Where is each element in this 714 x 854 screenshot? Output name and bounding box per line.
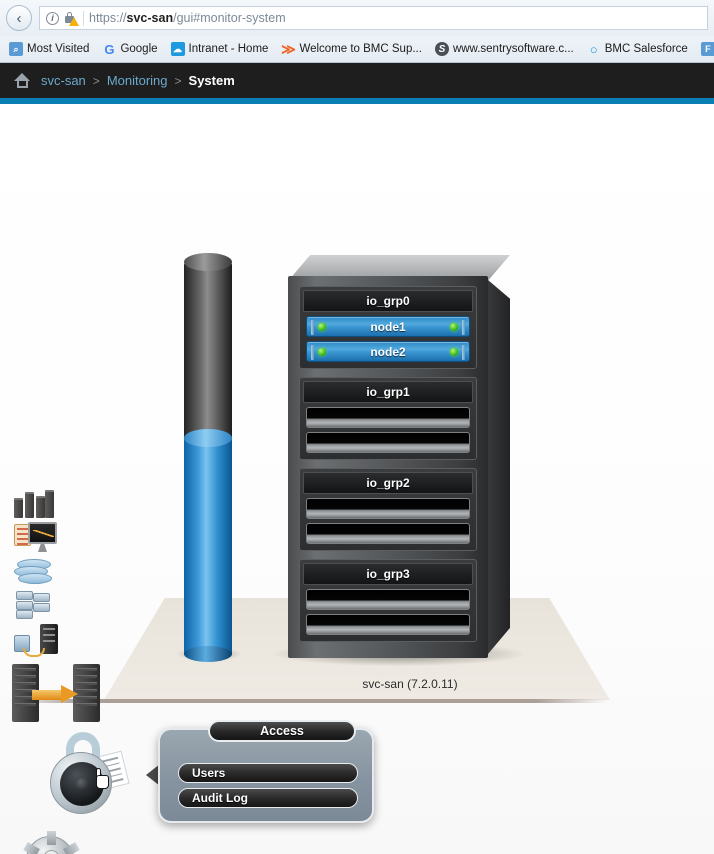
google-icon: G xyxy=(104,41,115,57)
io-group-slots xyxy=(303,403,473,456)
url-prefix: https:// xyxy=(89,11,127,25)
copy-services-icon[interactable] xyxy=(12,664,100,724)
io-group-3[interactable]: io_grp3 xyxy=(299,559,477,642)
breadcrumb-separator: > xyxy=(174,73,182,88)
bookmark-sentrysoftware[interactable]: S www.sentrysoftware.c... xyxy=(430,40,579,58)
bookmark-label: Intranet - Home xyxy=(188,43,269,55)
node-item[interactable]: node2 xyxy=(306,341,470,362)
io-group-title: io_grp0 xyxy=(303,290,473,312)
flyout-title: Access xyxy=(208,720,356,742)
menu-item-users[interactable]: Users xyxy=(178,763,358,783)
empty-slot[interactable] xyxy=(306,614,470,635)
breadcrumb-separator: > xyxy=(92,73,100,88)
node-handle-left-icon xyxy=(311,345,314,360)
pools-icon[interactable] xyxy=(14,559,54,585)
node-status-led-icon xyxy=(450,323,458,331)
node-handle-left-icon xyxy=(311,320,314,335)
device-label: svc-san (7.2.0.11) xyxy=(362,677,458,691)
empty-slot[interactable] xyxy=(306,407,470,428)
url-divider xyxy=(83,10,84,26)
empty-slot[interactable] xyxy=(306,589,470,610)
node-label: node2 xyxy=(370,344,406,359)
bookmark-label: www.sentrysoftware.c... xyxy=(452,43,574,55)
cylinder-fill-surface xyxy=(184,429,232,448)
bookmark-icon: F xyxy=(700,42,714,56)
bookmark-label: Google xyxy=(120,43,158,55)
node-handle-right-icon xyxy=(462,320,465,335)
monitor-icon xyxy=(28,522,57,544)
health-icon[interactable] xyxy=(14,522,58,556)
access-padlock-icon[interactable] xyxy=(42,732,132,818)
access-flyout-menu: Access Users Audit Log xyxy=(158,720,374,823)
breadcrumb-item-svc-san[interactable]: svc-san xyxy=(41,73,86,88)
gear-icon xyxy=(23,831,80,854)
sentry-icon: S xyxy=(434,42,449,56)
breadcrumb: svc-san > Monitoring > System xyxy=(0,63,714,98)
io-group-title: io_grp3 xyxy=(303,563,473,585)
url-text: https://svc-san/gui#monitor-system xyxy=(89,11,286,25)
bookmark-most-visited[interactable]: ⌕ Most Visited xyxy=(4,40,94,58)
bookmark-bmc-support[interactable]: ≫ Welcome to BMC Sup... xyxy=(276,40,427,58)
transfer-arrow-icon xyxy=(32,685,78,703)
settings-gear-icon[interactable] xyxy=(23,831,92,854)
volumes-icon[interactable] xyxy=(14,591,54,619)
bookmark-intranet-home[interactable]: ☁ Intranet - Home xyxy=(166,40,274,58)
bookmark-label: Most Visited xyxy=(27,43,90,55)
io-group-2[interactable]: io_grp2 xyxy=(299,468,477,551)
back-arrow-icon: ‹ xyxy=(16,9,22,27)
io-group-slots xyxy=(303,494,473,547)
breadcrumb-item-monitoring[interactable]: Monitoring xyxy=(107,73,168,88)
bookmark-bmc-salesforce[interactable]: ○ BMC Salesforce xyxy=(582,40,693,58)
cable-icon xyxy=(23,648,45,657)
cylinder-bottom-cap xyxy=(184,646,232,662)
page-info-icon[interactable]: i xyxy=(46,11,59,25)
io-group-slots: node1 node2 xyxy=(303,312,473,365)
empty-slot[interactable] xyxy=(306,523,470,544)
io-group-title: io_grp2 xyxy=(303,472,473,494)
url-suffix: /gui#monitor-system xyxy=(173,11,286,25)
enclosure-front-face: io_grp0 node1 node2 io_grp1 io_grp2 io_g… xyxy=(288,276,488,658)
node-item[interactable]: node1 xyxy=(306,316,470,337)
node-status-led-icon xyxy=(318,348,326,356)
io-group-title: io_grp1 xyxy=(303,381,473,403)
insecure-lock-warning-icon[interactable] xyxy=(64,11,79,26)
bookmark-label: Welcome to BMC Sup... xyxy=(299,43,422,55)
bookmark-overflow-partial[interactable]: F xyxy=(696,40,714,58)
cylinder-top-cap xyxy=(184,253,232,271)
bmc-icon: ≫ xyxy=(281,40,296,57)
bookmarks-bar: ⌕ Most Visited G Google ☁ Intranet - Hom… xyxy=(0,36,714,62)
node-status-led-icon xyxy=(318,323,326,331)
back-button[interactable]: ‹ xyxy=(6,5,32,31)
hand-cursor-icon xyxy=(94,768,111,790)
home-icon[interactable] xyxy=(14,73,31,88)
empty-slot[interactable] xyxy=(306,432,470,453)
io-group-slots xyxy=(303,585,473,638)
magnifier-icon: ⌕ xyxy=(9,42,23,56)
io-group-0[interactable]: io_grp0 node1 node2 xyxy=(299,286,477,369)
io-group-1[interactable]: io_grp1 xyxy=(299,377,477,460)
hosts-icon[interactable] xyxy=(14,624,60,657)
browser-chrome: ‹ i https://svc-san/gui#monitor-system ⌕… xyxy=(0,0,714,63)
bookmark-label: BMC Salesforce xyxy=(604,43,688,55)
empty-slot[interactable] xyxy=(306,498,470,519)
node-status-led-icon xyxy=(450,348,458,356)
system-view-canvas: io_grp0 node1 node2 io_grp1 io_grp2 io_g… xyxy=(0,104,714,854)
node-label: node1 xyxy=(370,319,406,334)
url-bar-row: ‹ i https://svc-san/gui#monitor-system xyxy=(0,0,714,36)
cloud-icon: ☁ xyxy=(170,42,185,56)
breadcrumb-item-system: System xyxy=(188,73,235,88)
salesforce-icon: ○ xyxy=(589,41,598,57)
address-bar[interactable]: i https://svc-san/gui#monitor-system xyxy=(39,6,708,30)
monitoring-icon[interactable] xyxy=(14,486,54,518)
capacity-cylinder[interactable] xyxy=(184,253,232,662)
menu-item-audit-log[interactable]: Audit Log xyxy=(178,788,358,808)
node-handle-right-icon xyxy=(462,345,465,360)
cylinder-fill xyxy=(184,429,232,662)
url-host: svc-san xyxy=(126,11,174,25)
bookmark-google[interactable]: G Google xyxy=(97,40,162,58)
enclosure-side-face xyxy=(488,280,510,654)
